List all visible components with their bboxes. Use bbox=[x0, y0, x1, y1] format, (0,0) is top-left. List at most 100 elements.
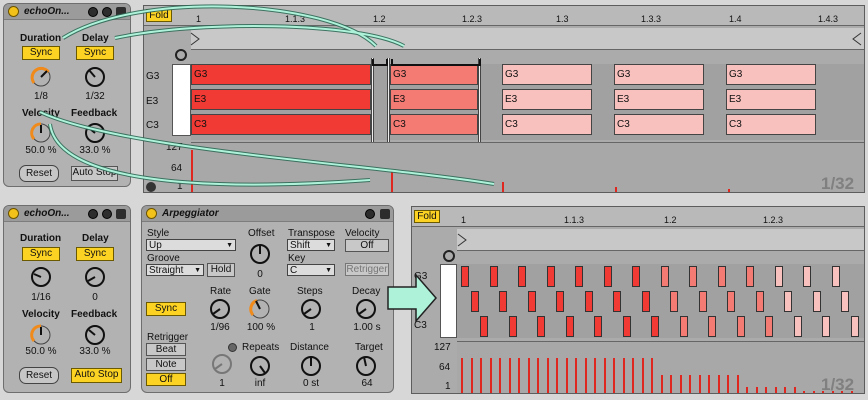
velocity-stem[interactable] bbox=[603, 358, 606, 393]
midi-note[interactable] bbox=[651, 316, 659, 337]
midi-note[interactable]: E3 bbox=[502, 89, 592, 110]
velocity-stem[interactable] bbox=[556, 358, 558, 393]
velocity-stem[interactable] bbox=[502, 182, 504, 192]
velocity-stem[interactable] bbox=[546, 358, 549, 393]
edit-icon[interactable] bbox=[102, 7, 112, 17]
delay-sync-button[interactable]: Sync bbox=[76, 46, 114, 60]
loop-end-marker-icon[interactable] bbox=[852, 32, 862, 46]
velocity-stem[interactable] bbox=[803, 391, 805, 393]
hot-swap-icon[interactable] bbox=[365, 209, 375, 219]
midi-note[interactable] bbox=[831, 266, 840, 287]
duration-sync-button[interactable]: Sync bbox=[22, 247, 60, 261]
hot-swap-icon[interactable] bbox=[88, 7, 98, 17]
velocity-stem[interactable] bbox=[717, 375, 720, 393]
velocity-stem[interactable] bbox=[191, 150, 193, 192]
midi-note[interactable] bbox=[546, 266, 555, 287]
midi-note[interactable] bbox=[841, 291, 849, 312]
repeats-knob[interactable] bbox=[248, 354, 272, 378]
midi-note[interactable] bbox=[613, 291, 621, 312]
edit-icon[interactable] bbox=[102, 209, 112, 219]
midi-note[interactable] bbox=[518, 266, 526, 287]
velocity-stem[interactable] bbox=[728, 189, 730, 192]
reset-button[interactable]: Reset bbox=[19, 165, 59, 182]
midi-note[interactable]: E3 bbox=[191, 89, 371, 110]
midi-note[interactable]: G3 bbox=[191, 64, 371, 85]
velocity-stem[interactable] bbox=[784, 387, 786, 393]
midi-note[interactable]: E3 bbox=[726, 89, 816, 110]
midi-note[interactable]: G3 bbox=[726, 64, 816, 85]
velocity-lane[interactable] bbox=[191, 142, 864, 192]
timeline-ruler[interactable]: Fold 1 1.1.3 1.2 1.2.3 1.3 1.3.3 1.4 1.4… bbox=[144, 6, 864, 26]
midi-note[interactable]: G3 bbox=[390, 64, 478, 85]
velocity-stem[interactable] bbox=[727, 375, 729, 393]
reset-button[interactable]: Reset bbox=[19, 367, 59, 384]
midi-note[interactable] bbox=[755, 291, 764, 312]
midi-note[interactable] bbox=[746, 266, 754, 287]
velocity-stem[interactable] bbox=[461, 358, 463, 393]
velocity-stem[interactable] bbox=[537, 358, 539, 393]
repeats-mini-knob[interactable] bbox=[210, 352, 234, 376]
midi-note[interactable]: C3 bbox=[726, 114, 816, 135]
velocity-stem[interactable] bbox=[622, 358, 625, 393]
midi-note[interactable] bbox=[594, 316, 602, 337]
offset-knob[interactable] bbox=[248, 242, 272, 266]
midi-note[interactable] bbox=[727, 291, 735, 312]
velocity-stem[interactable] bbox=[480, 358, 482, 393]
midi-note[interactable] bbox=[679, 316, 688, 337]
fold-button[interactable]: Fold bbox=[414, 210, 440, 223]
midi-note[interactable]: C3 bbox=[191, 114, 371, 135]
midi-note[interactable] bbox=[793, 316, 802, 337]
midi-note[interactable] bbox=[822, 316, 830, 337]
sync-button[interactable]: Sync bbox=[146, 302, 186, 316]
midi-note[interactable] bbox=[565, 316, 574, 337]
retrigger-off-button[interactable]: Off bbox=[146, 373, 186, 386]
midi-note[interactable] bbox=[812, 291, 821, 312]
fold-button[interactable]: Fold bbox=[146, 9, 172, 22]
midi-note[interactable] bbox=[708, 316, 716, 337]
save-icon[interactable] bbox=[380, 209, 390, 219]
groove-select[interactable]: Straight bbox=[146, 264, 204, 276]
midi-note[interactable] bbox=[670, 291, 678, 312]
midi-note[interactable] bbox=[537, 316, 545, 337]
velocity-stem[interactable] bbox=[765, 387, 767, 393]
velocity-stem[interactable] bbox=[499, 358, 501, 393]
midi-note[interactable] bbox=[480, 316, 488, 337]
velocity-stem[interactable] bbox=[774, 387, 777, 393]
midi-note[interactable] bbox=[774, 266, 783, 287]
gate-knob[interactable] bbox=[248, 297, 272, 321]
hold-button[interactable]: Hold bbox=[207, 263, 235, 277]
loop-start-marker-icon[interactable] bbox=[457, 233, 467, 247]
midi-note[interactable] bbox=[850, 316, 859, 337]
duration-knob[interactable] bbox=[29, 265, 53, 289]
midi-note[interactable]: G3 bbox=[502, 64, 592, 85]
velocity-stem[interactable] bbox=[641, 358, 644, 393]
velocity-stem[interactable] bbox=[660, 375, 663, 393]
velocity-stem[interactable] bbox=[613, 358, 615, 393]
velocity-stem[interactable] bbox=[679, 375, 682, 393]
rate-knob[interactable] bbox=[208, 297, 232, 321]
midi-note[interactable]: E3 bbox=[614, 89, 704, 110]
device-power-icon[interactable] bbox=[146, 208, 157, 219]
target-knob[interactable] bbox=[354, 354, 378, 378]
timeline-ruler[interactable]: Fold 1 1.1.3 1.2 1.2.3 bbox=[412, 207, 864, 227]
velocity-stem[interactable] bbox=[651, 358, 653, 393]
velocity-lane[interactable] bbox=[457, 341, 864, 393]
device-power-icon[interactable] bbox=[8, 6, 19, 17]
note-grid[interactable] bbox=[457, 264, 864, 338]
midi-note[interactable] bbox=[527, 291, 536, 312]
midi-note[interactable] bbox=[736, 316, 745, 337]
save-icon[interactable] bbox=[116, 209, 126, 219]
duration-sync-button[interactable]: Sync bbox=[22, 46, 60, 60]
transpose-select[interactable]: Shift bbox=[287, 239, 335, 251]
velocity-knob[interactable] bbox=[29, 121, 53, 145]
midi-note[interactable]: C3 bbox=[390, 114, 478, 135]
retrigger-button[interactable]: Retrigger bbox=[345, 263, 389, 276]
headphones-icon[interactable] bbox=[443, 250, 455, 262]
velocity-stem[interactable] bbox=[812, 391, 815, 393]
velocity-stem[interactable] bbox=[615, 187, 617, 192]
feedback-knob[interactable] bbox=[83, 323, 107, 347]
velocity-stem[interactable] bbox=[508, 358, 511, 393]
auto-stop-button[interactable]: Auto Stop bbox=[71, 166, 118, 181]
velocity-stem[interactable] bbox=[708, 375, 710, 393]
play-icon[interactable] bbox=[146, 182, 156, 192]
